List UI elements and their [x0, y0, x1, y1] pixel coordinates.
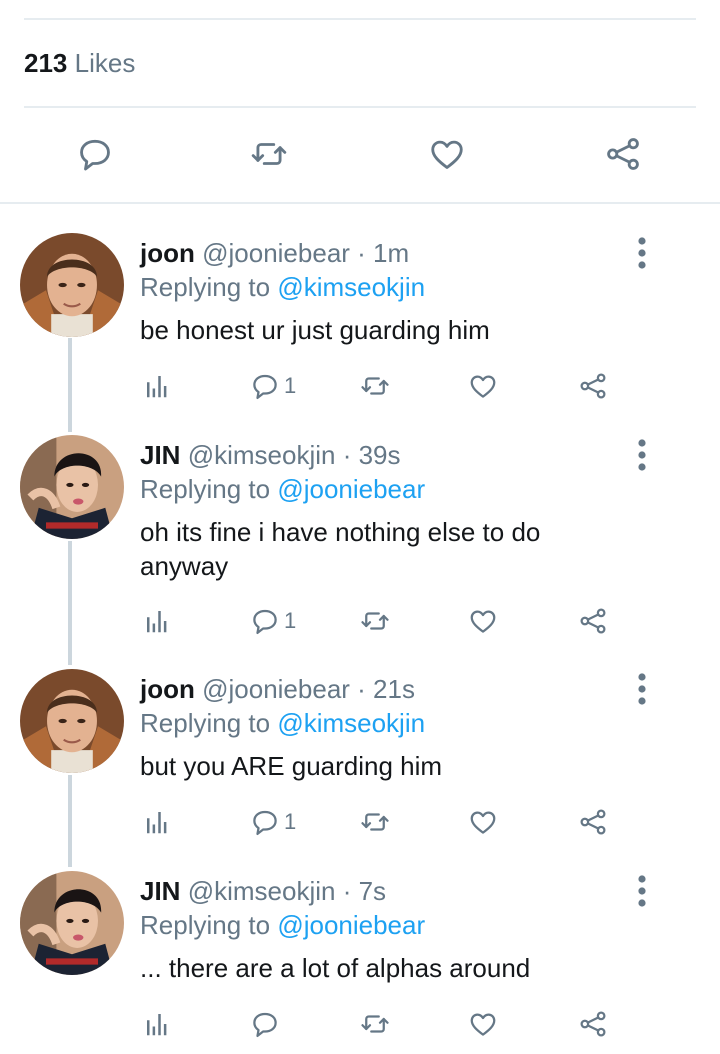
timestamp: · 21s	[357, 674, 415, 704]
share-icon[interactable]	[578, 1008, 608, 1040]
tweet-actions: 1	[0, 806, 720, 838]
like-icon[interactable]	[468, 605, 498, 637]
more-options-icon[interactable]	[628, 671, 656, 707]
display-name[interactable]: joon	[140, 674, 195, 704]
avatar[interactable]	[20, 669, 124, 773]
tweet-header: joon @jooniebear · 21s	[140, 674, 415, 705]
more-options-icon[interactable]	[628, 873, 656, 909]
reply-count: 1	[284, 608, 297, 633]
reply-button[interactable]: 1	[250, 605, 296, 637]
user-handle[interactable]: @jooniebear	[202, 674, 350, 704]
avatar[interactable]	[20, 233, 124, 337]
tweet-text: oh its fine i have nothing else to do an…	[140, 517, 541, 581]
mention-link[interactable]: @kimseokjin	[277, 272, 425, 302]
tweet-header: JIN @kimseokjin · 39s	[140, 440, 401, 471]
tweet-text: be honest ur just guarding him	[140, 315, 490, 345]
timestamp: · 7s	[342, 876, 387, 906]
share-icon[interactable]	[578, 806, 608, 838]
likes-label: Likes	[74, 48, 136, 78]
mention-link[interactable]: @jooniebear	[277, 910, 425, 940]
user-handle[interactable]: @kimseokjin	[188, 876, 336, 906]
stats-icon[interactable]	[142, 806, 172, 838]
replying-to: Replying to @kimseokjin	[140, 708, 425, 739]
retweet-icon[interactable]	[360, 1008, 390, 1040]
avatar[interactable]	[20, 435, 124, 539]
retweet-icon[interactable]	[360, 806, 390, 838]
retweet-icon[interactable]	[360, 605, 390, 637]
top-divider	[24, 18, 696, 20]
thread-line	[68, 541, 72, 665]
stats-icon[interactable]	[142, 605, 172, 637]
stats-icon[interactable]	[142, 370, 172, 402]
timestamp: · 39s	[342, 440, 401, 470]
like-icon[interactable]	[468, 1008, 498, 1040]
tweet-actions: 1	[0, 605, 720, 637]
replying-to-label: Replying to	[140, 474, 271, 504]
reply-icon[interactable]	[76, 135, 116, 175]
like-icon[interactable]	[428, 135, 468, 175]
tweet-header: JIN @kimseokjin · 7s	[140, 876, 386, 907]
tweet-text: ... there are a lot of alphas around	[140, 953, 531, 983]
mention-link[interactable]: @jooniebear	[277, 474, 425, 504]
reply-icon	[250, 371, 280, 401]
reply-button[interactable]	[250, 1008, 284, 1040]
section-divider	[0, 202, 720, 204]
tweet-header: joon @jooniebear · 1m	[140, 238, 409, 269]
display-name[interactable]: JIN	[140, 876, 180, 906]
replying-to: Replying to @jooniebear	[140, 474, 425, 505]
tweet-actions	[0, 1008, 720, 1040]
reply-button[interactable]: 1	[250, 806, 296, 838]
display-name[interactable]: joon	[140, 238, 195, 268]
user-handle[interactable]: @kimseokjin	[188, 440, 336, 470]
display-name[interactable]: JIN	[140, 440, 180, 470]
share-icon[interactable]	[578, 605, 608, 637]
likes-count: 213	[24, 48, 68, 78]
replying-to-label: Replying to	[140, 708, 271, 738]
mention-link[interactable]: @kimseokjin	[277, 708, 425, 738]
like-icon[interactable]	[468, 806, 498, 838]
user-handle[interactable]: @jooniebear	[202, 238, 350, 268]
tweet-actions: 1	[0, 370, 720, 402]
replying-to-label: Replying to	[140, 272, 271, 302]
likes-divider	[24, 106, 696, 108]
main-tweet-actions	[0, 135, 720, 175]
timestamp: · 1m	[357, 238, 410, 268]
reply-icon	[250, 606, 280, 636]
like-icon[interactable]	[468, 370, 498, 402]
reply-icon	[250, 807, 280, 837]
likes-summary[interactable]: 213 Likes	[24, 48, 135, 79]
replying-to: Replying to @kimseokjin	[140, 272, 425, 303]
share-icon[interactable]	[604, 135, 644, 175]
reply-count: 1	[284, 809, 297, 834]
replying-to-label: Replying to	[140, 910, 271, 940]
reply-count: 1	[284, 373, 297, 398]
retweet-icon[interactable]	[360, 370, 390, 402]
retweet-icon[interactable]	[250, 135, 290, 175]
reply-icon	[250, 1009, 280, 1039]
stats-icon[interactable]	[142, 1008, 172, 1040]
tweet-text: but you ARE guarding him	[140, 751, 443, 781]
share-icon[interactable]	[578, 370, 608, 402]
avatar[interactable]	[20, 871, 124, 975]
more-options-icon[interactable]	[628, 235, 656, 271]
reply-button[interactable]: 1	[250, 370, 296, 402]
more-options-icon[interactable]	[628, 437, 656, 473]
replying-to: Replying to @jooniebear	[140, 910, 425, 941]
